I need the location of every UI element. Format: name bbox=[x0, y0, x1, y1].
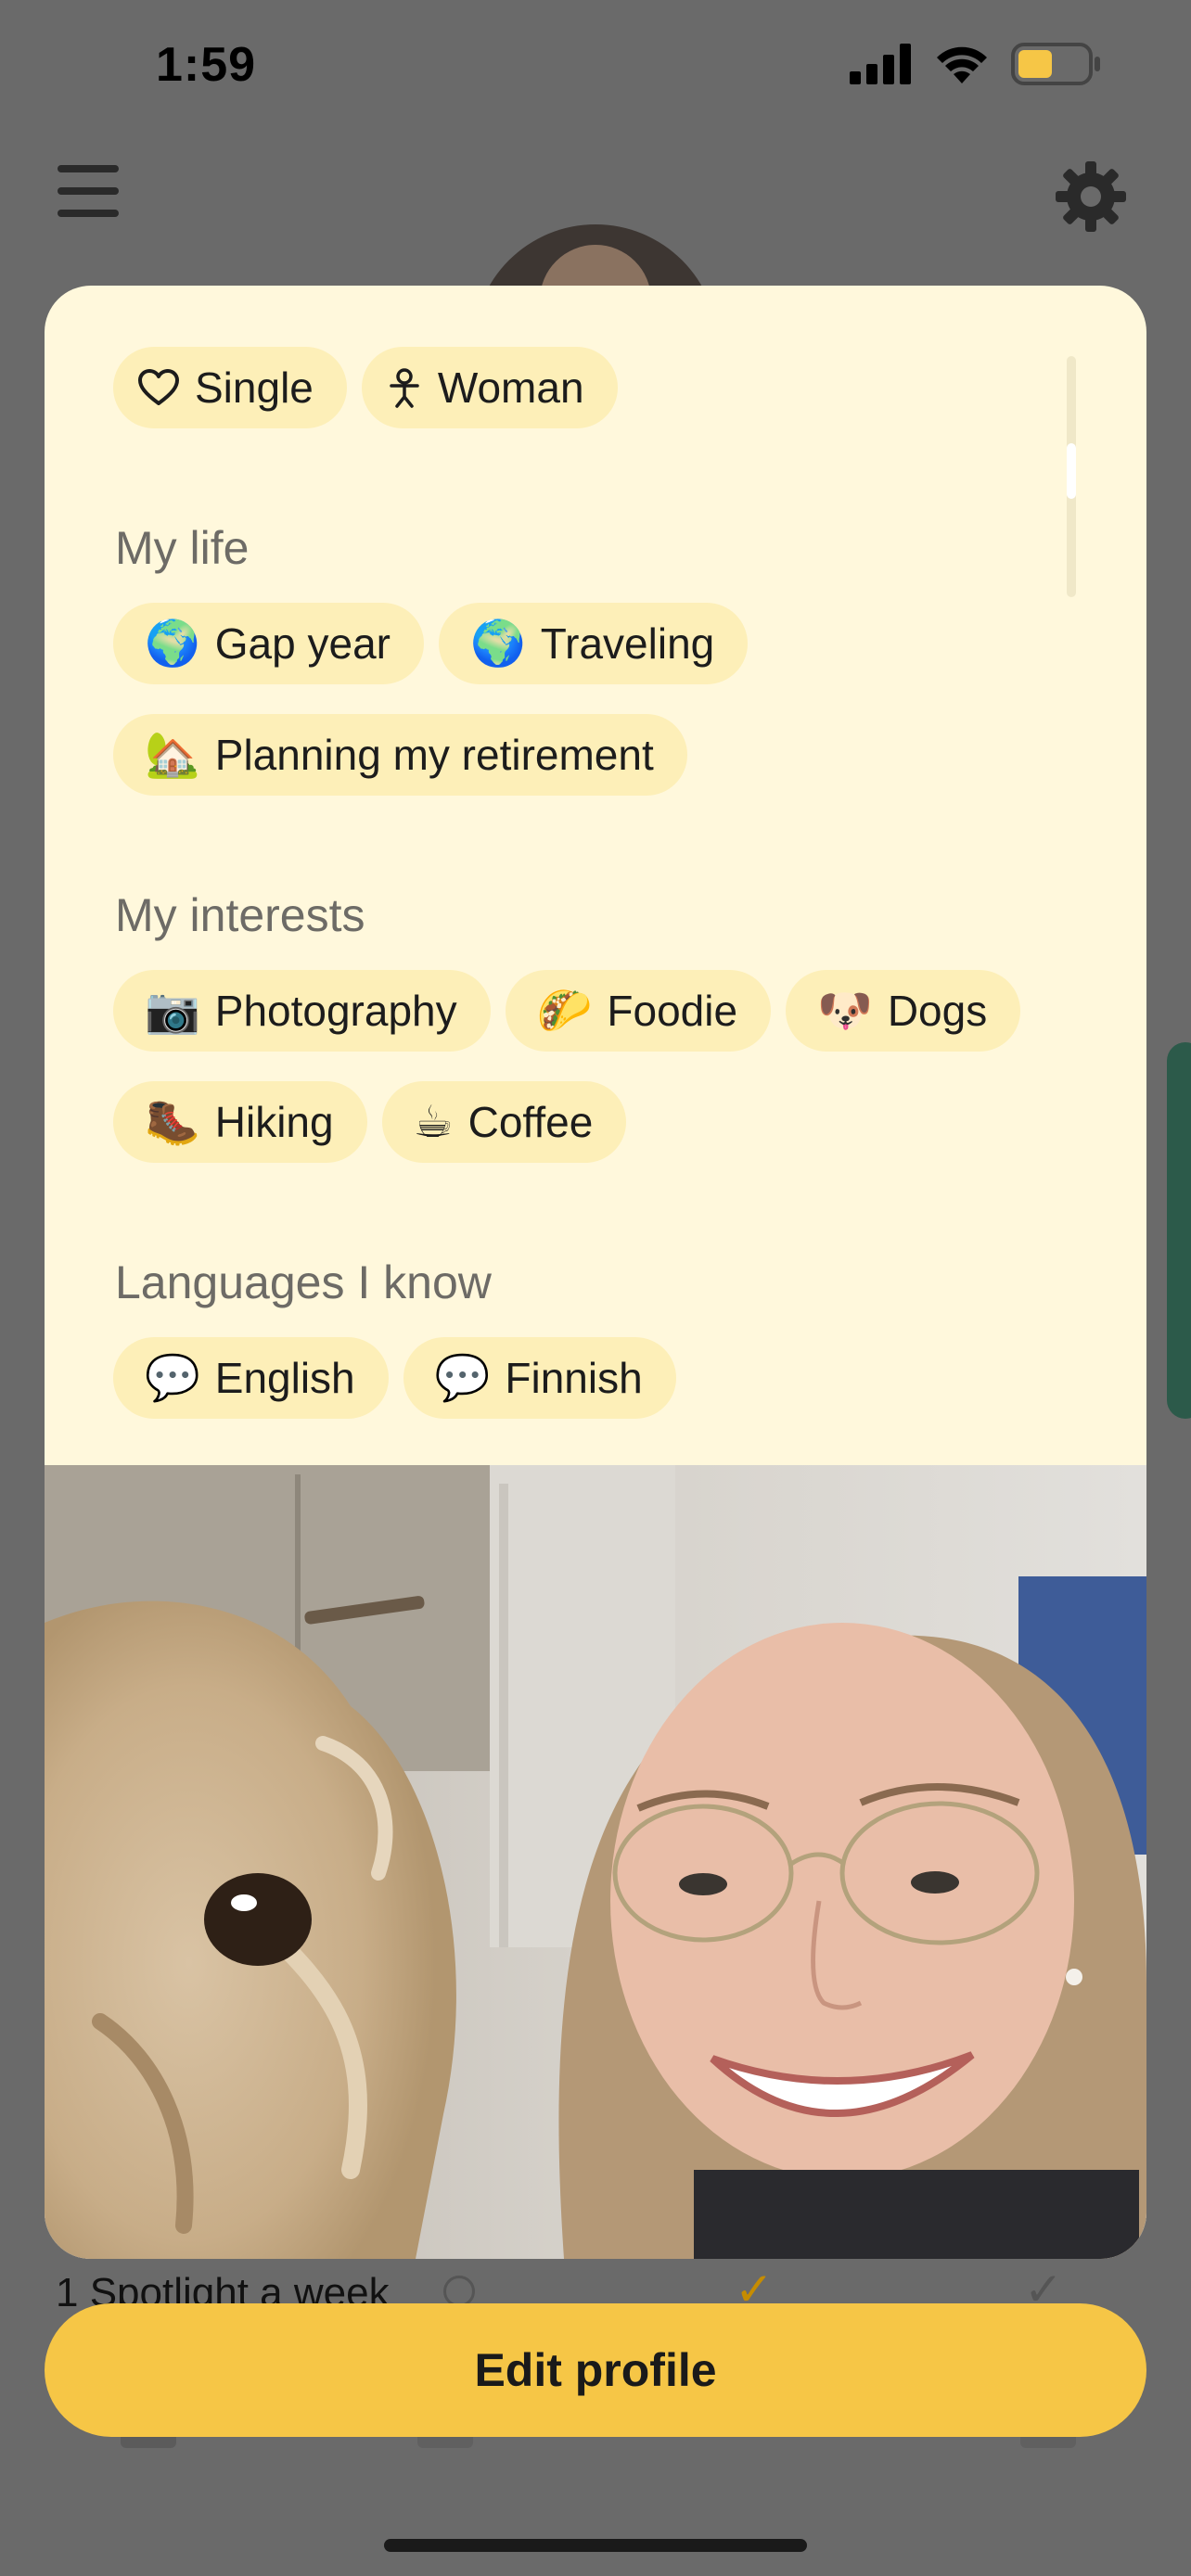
profile-card[interactable]: Single Woman My life 🌍 Gap year 🌍 Travel… bbox=[45, 286, 1146, 2259]
chip-label: Coffee bbox=[467, 1098, 594, 1146]
cellular-signal-icon bbox=[850, 44, 911, 84]
interests-row: 🥾 Hiking ☕ Coffee bbox=[113, 1081, 627, 1163]
chip-label: Woman bbox=[437, 363, 584, 412]
section-title-my-interests: My interests bbox=[115, 889, 365, 941]
chip-finnish: 💬 Finnish bbox=[403, 1337, 676, 1419]
home-indicator[interactable] bbox=[384, 2539, 807, 2552]
my-life-row: 🏡 Planning my retirement bbox=[113, 714, 687, 796]
globe-icon: 🌍 bbox=[469, 618, 526, 670]
basics-row: Single Woman bbox=[113, 347, 618, 428]
edit-profile-button[interactable]: Edit profile bbox=[45, 2303, 1146, 2437]
chip-single: Single bbox=[113, 347, 347, 428]
chip-label: Foodie bbox=[607, 987, 738, 1035]
camera-icon: 📷 bbox=[145, 985, 200, 1037]
speech-bubble-icon: 💬 bbox=[434, 1352, 491, 1404]
section-title-languages: Languages I know bbox=[115, 1256, 492, 1308]
chip-foodie: 🌮 Foodie bbox=[505, 970, 772, 1052]
profile-photo[interactable] bbox=[45, 1465, 1146, 2259]
chip-woman: Woman bbox=[361, 347, 618, 428]
chip-label: Single bbox=[195, 363, 314, 412]
wifi-icon bbox=[937, 46, 987, 83]
chip-planning-retirement: 🏡 Planning my retirement bbox=[113, 714, 687, 796]
chip-label: Hiking bbox=[214, 1098, 334, 1146]
interests-row: 📷 Photography 🌮 Foodie 🐶 Dogs bbox=[113, 970, 1021, 1052]
globe-icon: 🌍 bbox=[145, 618, 200, 670]
boot-icon: 🥾 bbox=[145, 1096, 200, 1148]
chip-label: English bbox=[214, 1354, 355, 1402]
side-tab bbox=[1167, 1042, 1191, 1419]
chip-label: Traveling bbox=[540, 619, 715, 668]
chip-photography: 📷 Photography bbox=[113, 970, 491, 1052]
chip-dogs: 🐶 Dogs bbox=[786, 970, 1021, 1052]
profile-photo-image bbox=[45, 1465, 1146, 2259]
languages-row: 💬 English 💬 Finnish bbox=[113, 1337, 676, 1419]
status-icons bbox=[850, 43, 1102, 85]
chip-traveling: 🌍 Traveling bbox=[438, 603, 749, 684]
chip-label: Photography bbox=[214, 987, 457, 1035]
gear-icon bbox=[1056, 161, 1126, 232]
menu-button[interactable] bbox=[58, 163, 119, 219]
heart-icon bbox=[138, 369, 179, 405]
chip-english: 💬 English bbox=[113, 1337, 389, 1419]
chip-hiking: 🥾 Hiking bbox=[113, 1081, 367, 1163]
my-life-row: 🌍 Gap year 🌍 Traveling bbox=[113, 603, 749, 684]
status-bar: 1:59 bbox=[0, 0, 1191, 139]
chip-label: Finnish bbox=[505, 1354, 643, 1402]
settings-button[interactable] bbox=[1054, 159, 1128, 234]
chip-label: Dogs bbox=[887, 987, 988, 1035]
battery-icon bbox=[1011, 43, 1100, 85]
dog-icon: 🐶 bbox=[817, 985, 873, 1037]
speech-bubble-icon: 💬 bbox=[145, 1352, 200, 1404]
house-icon: 🏡 bbox=[145, 729, 200, 781]
coffee-icon: ☕ bbox=[413, 1096, 454, 1148]
chip-gap-year: 🌍 Gap year bbox=[113, 603, 424, 684]
person-icon bbox=[390, 368, 419, 408]
info-icon bbox=[443, 2276, 475, 2307]
chip-coffee: ☕ Coffee bbox=[381, 1081, 627, 1163]
chip-label: Gap year bbox=[214, 619, 391, 668]
section-title-my-life: My life bbox=[115, 522, 250, 574]
status-time: 1:59 bbox=[156, 38, 257, 92]
hamburger-menu-icon bbox=[58, 165, 119, 217]
taco-icon: 🌮 bbox=[536, 985, 593, 1037]
profile-details[interactable]: Single Woman My life 🌍 Gap year 🌍 Travel… bbox=[45, 286, 1146, 1463]
scrollbar-thumb[interactable] bbox=[1067, 443, 1076, 499]
chip-label: Planning my retirement bbox=[214, 731, 654, 779]
